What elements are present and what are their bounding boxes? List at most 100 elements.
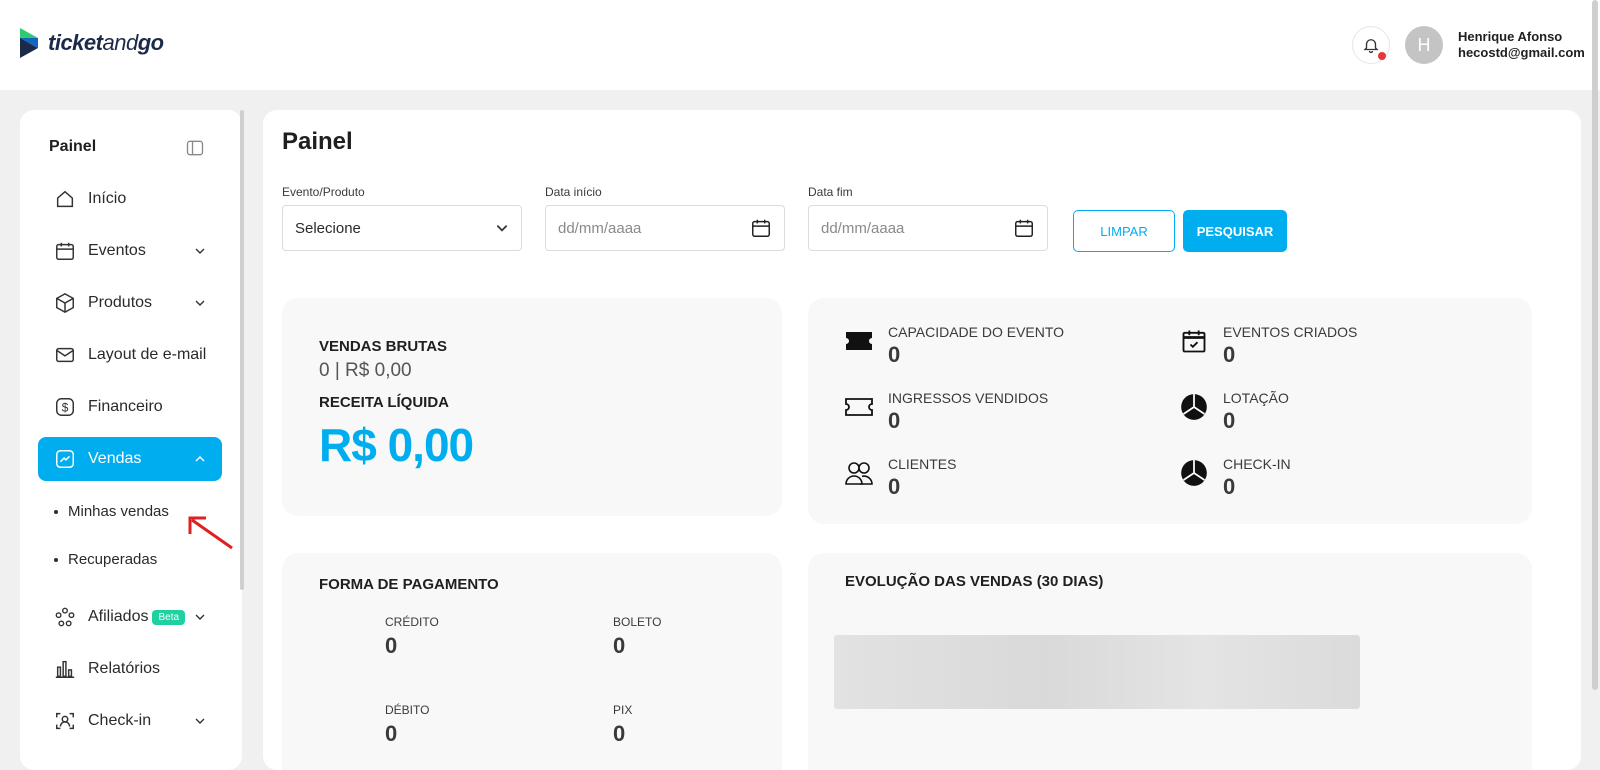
payment-debit-label: DÉBITO	[385, 703, 430, 717]
sidebar-scrollbar[interactable]	[240, 110, 244, 590]
sidebar-item-vendas[interactable]: Vendas	[38, 437, 222, 481]
net-revenue-label: RECEITA LÍQUIDA	[319, 394, 449, 411]
sidebar-item-afiliados[interactable]: Afiliados Beta	[38, 595, 222, 639]
stat-value: 0	[888, 342, 901, 367]
sidebar-toggle-button[interactable]	[185, 138, 205, 163]
sidebar-item-eventos[interactable]: Eventos	[38, 229, 222, 273]
payment-boleto-label: BOLETO	[613, 615, 662, 629]
calendar-icon	[54, 240, 76, 262]
sidebar-item-label: Afiliados	[88, 608, 149, 625]
sales-evolution-title: EVOLUÇÃO DAS VENDAS (30 DIAS)	[845, 573, 1104, 590]
trend-icon	[54, 448, 76, 470]
stat-tickets-sold: INGRESSOS VENDIDOS 0	[844, 390, 1048, 434]
dollar-icon: $	[54, 396, 76, 418]
start-date-input[interactable]: dd/mm/aaaa	[545, 205, 785, 251]
sidebar-item-financeiro[interactable]: $ Financeiro	[38, 385, 222, 429]
logo-text-part: ticket	[48, 30, 103, 55]
stat-value: 0	[888, 408, 901, 433]
avatar[interactable]: H	[1405, 26, 1443, 64]
pie-icon	[1179, 392, 1209, 422]
home-icon	[54, 188, 76, 210]
stat-clients: CLIENTES 0	[844, 456, 956, 500]
end-date-placeholder: dd/mm/aaaa	[821, 219, 905, 237]
payment-credit-value: 0	[385, 633, 398, 658]
sales-evolution-card: EVOLUÇÃO DAS VENDAS (30 DIAS)	[808, 553, 1532, 770]
event-select[interactable]: Selecione	[282, 205, 522, 251]
payment-pix-label: PIX	[613, 703, 633, 717]
stat-event-capacity: CAPACIDADE DO EVENTO 0	[844, 324, 1064, 368]
stat-label: EVENTOS CRIADOS	[1223, 324, 1358, 340]
sidebar-item-relatorios[interactable]: Relatórios	[38, 647, 222, 691]
sidebar-item-label: Relatórios	[88, 660, 161, 677]
sidebar-item-label: Layout de e-mail	[88, 346, 207, 363]
payment-boleto-value: 0	[613, 633, 626, 658]
notification-button[interactable]	[1352, 26, 1390, 64]
end-date-input[interactable]: dd/mm/aaaa	[808, 205, 1048, 251]
sidebar-item-label: Início	[88, 190, 127, 207]
sidebar-title: Painel	[49, 138, 97, 155]
calendar-check-icon	[1179, 326, 1209, 356]
annotation-arrow-icon	[188, 516, 233, 550]
user-info[interactable]: Henrique Afonso hecostd@gmail.com	[1458, 29, 1585, 61]
users-icon	[844, 458, 874, 488]
start-date-label: Data início	[545, 185, 602, 199]
sidebar-item-inicio[interactable]: Início	[38, 177, 222, 221]
sidebar-subitem-minhas-vendas[interactable]: Minhas vendas	[54, 503, 169, 520]
stat-events-created: EVENTOS CRIADOS 0	[1179, 324, 1357, 368]
svg-text:$: $	[62, 401, 69, 415]
stat-check-in: CHECK-IN 0	[1179, 456, 1291, 500]
ticket-filled-icon	[844, 326, 874, 356]
sidebar-subitem-label: Minhas vendas	[68, 503, 169, 520]
event-label: Evento/Produto	[282, 185, 365, 199]
chart-loading-placeholder	[834, 635, 1360, 709]
main-panel: Painel Evento/Produto Selecione Data iní…	[263, 110, 1581, 770]
sidebar-item-label: Eventos	[88, 242, 146, 259]
search-button[interactable]: PESQUISAR	[1183, 210, 1287, 252]
end-date-label: Data fim	[808, 185, 853, 199]
bell-icon	[1363, 39, 1379, 54]
beta-badge: Beta	[152, 609, 186, 625]
bullet-icon	[54, 557, 58, 562]
calendar-icon[interactable]	[750, 217, 772, 239]
stat-label: INGRESSOS VENDIDOS	[888, 390, 1049, 406]
sidebar-item-layout-email[interactable]: Layout de e-mail	[38, 333, 222, 377]
stat-label: CAPACIDADE DO EVENTO	[888, 324, 1065, 340]
stats-card: CAPACIDADE DO EVENTO 0 EVENTOS CRIADOS 0 I…	[808, 298, 1532, 524]
sidebar-subitem-recuperadas[interactable]: Recuperadas	[54, 551, 157, 568]
sidebar-toggle-icon	[186, 140, 204, 156]
net-revenue-value: R$ 0,00	[319, 419, 474, 471]
logo-text-part: go	[137, 30, 164, 55]
user-name: Henrique Afonso	[1458, 29, 1563, 44]
chevron-down-icon	[194, 244, 206, 262]
chevron-down-icon	[194, 296, 206, 314]
stat-value: 0	[1223, 342, 1236, 367]
stat-occupancy: LOTAÇÃO 0	[1179, 390, 1289, 434]
payment-card: FORMA DE PAGAMENTO CRÉDITO 0 BOLETO 0 DÉ…	[282, 553, 782, 770]
logo[interactable]: ticketandgo	[18, 26, 164, 60]
payment-pix-value: 0	[613, 721, 626, 746]
bar-chart-icon	[54, 658, 76, 680]
page-title: Painel	[282, 128, 353, 155]
page-scrollbar[interactable]	[1592, 0, 1598, 690]
sidebar-subitem-label: Recuperadas	[68, 551, 158, 568]
stat-value: 0	[1223, 474, 1236, 499]
pie-icon	[1179, 458, 1209, 488]
logo-text: ticketandgo	[48, 30, 164, 56]
calendar-icon[interactable]	[1013, 217, 1035, 239]
bullet-icon	[54, 509, 58, 514]
sales-card: VENDAS BRUTAS 0 | R$ 0,00 RECEITA LÍQUID…	[282, 298, 782, 516]
sidebar-item-check-in[interactable]: Check-in	[38, 699, 222, 743]
chevron-down-icon	[496, 225, 508, 232]
sidebar-item-produtos[interactable]: Produtos	[38, 281, 222, 325]
clear-button[interactable]: LIMPAR	[1073, 210, 1175, 252]
network-icon	[54, 606, 76, 628]
event-select-value: Selecione	[295, 219, 361, 237]
mail-edit-icon	[54, 344, 76, 366]
sidebar-item-label: Produtos	[88, 294, 153, 311]
gross-sales-label: VENDAS BRUTAS	[319, 338, 448, 355]
top-header: ticketandgo H Henrique Afonso hecostd@gm…	[0, 0, 1600, 90]
logo-text-part: and	[102, 30, 138, 55]
sidebar: Painel Início Eventos Produtos Layout de…	[20, 110, 242, 770]
payment-credit-label: CRÉDITO	[385, 615, 439, 629]
stat-value: 0	[1223, 408, 1236, 433]
